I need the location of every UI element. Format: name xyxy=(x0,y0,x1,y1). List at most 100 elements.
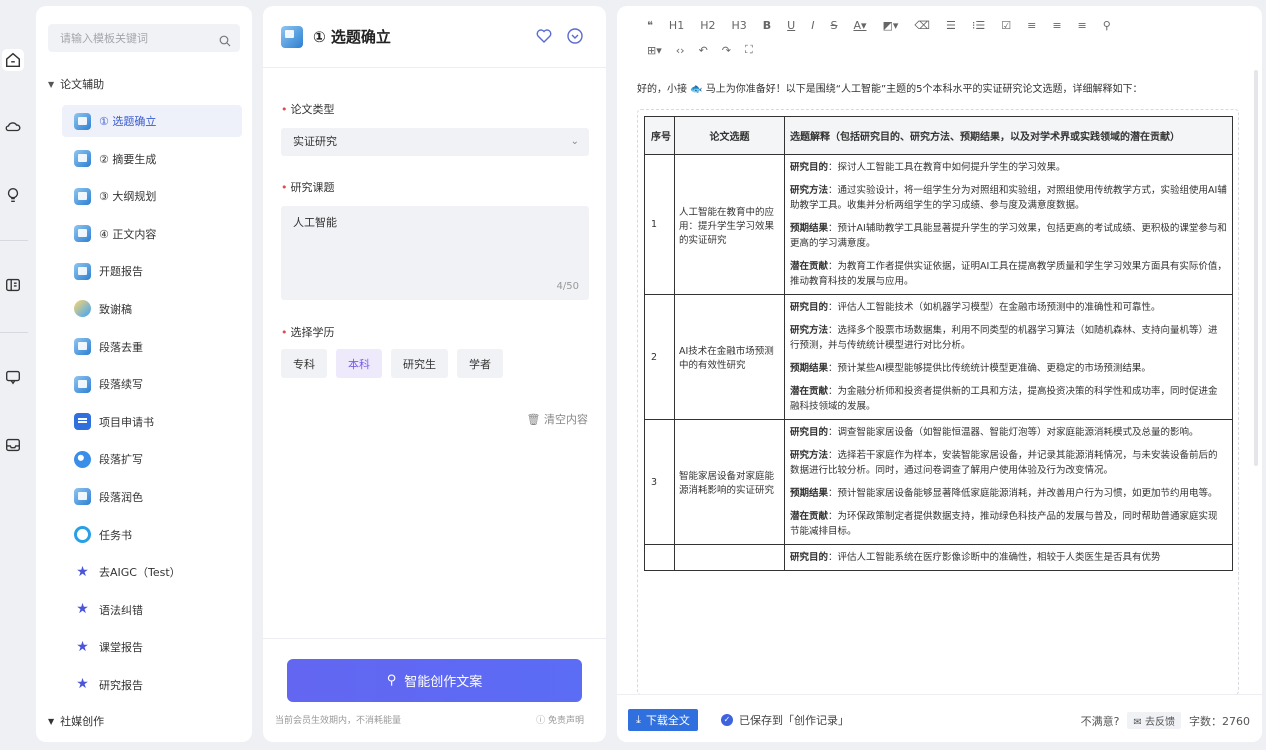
template-group-header[interactable]: ▼ 社媒创作 xyxy=(48,713,104,729)
inbox-icon[interactable] xyxy=(4,436,22,454)
template-item[interactable]: 开题报告 xyxy=(62,255,242,287)
doc-icon xyxy=(281,25,303,48)
disclaimer-link[interactable]: ⓘ 免责声明 xyxy=(536,713,584,726)
degree-option[interactable]: 学者 xyxy=(457,349,503,378)
template-search-input[interactable] xyxy=(48,24,208,52)
result-table-wrap: 序号 论文选题 选题解释（包括研究目的、研究方法、预期结果，以及对学术界或实践领… xyxy=(637,109,1239,695)
expand-icon xyxy=(74,450,91,468)
footer-right: 不满意? ✉ 去反馈 字数：2760 xyxy=(1081,712,1250,729)
fullscreen-icon[interactable]: ⛶ xyxy=(745,43,753,57)
mail-icon: ✉ xyxy=(1133,717,1142,728)
download-button[interactable]: ⤓ 下载全文 xyxy=(628,709,698,731)
heading3-button[interactable]: H3 xyxy=(731,19,746,32)
template-search xyxy=(48,24,240,52)
save-status: ✓ 已保存到「创作记录」 xyxy=(721,712,849,728)
template-item[interactable]: ③ 大纲规划 xyxy=(62,180,242,212)
template-item[interactable]: 段落扩写 xyxy=(62,443,242,475)
degree-options: 专科 本科 研究生 学者 xyxy=(281,349,512,378)
template-item[interactable]: ② 摘要生成 xyxy=(62,143,242,175)
underline-icon[interactable]: U xyxy=(787,19,795,32)
home-icon[interactable] xyxy=(2,49,24,71)
code-icon[interactable]: ‹› xyxy=(676,44,685,57)
rail-divider xyxy=(0,240,28,241)
template-item[interactable]: 项目申请书 xyxy=(62,406,242,438)
table-row: 3 智能家居设备对家庭能源消耗影响的实证研究 研究目的：调查智能家居设备（如智能… xyxy=(644,419,1233,545)
template-item-label: 段落扩写 xyxy=(99,453,143,467)
star-icon: ★ xyxy=(76,676,89,693)
trash-icon: 🗑 xyxy=(526,413,541,426)
chat-icon[interactable] xyxy=(4,368,22,386)
undo-icon[interactable]: ↶ xyxy=(699,44,708,57)
magic-wand-icon: ⚲ xyxy=(386,673,397,688)
degree-option-selected[interactable]: 本科 xyxy=(336,349,382,378)
align-left-icon[interactable]: ≡ xyxy=(1027,19,1036,32)
template-item[interactable]: ★ 语法纠错 xyxy=(62,594,242,626)
check-circle-icon[interactable] xyxy=(566,27,584,45)
template-item[interactable]: 段落续写 xyxy=(62,368,242,400)
row-explain: 研究目的：评估人工智能系统在医疗影像诊断中的准确性，相较于人类医生是否具有优势 xyxy=(784,544,1233,571)
table-icon[interactable]: ⊞▾ xyxy=(647,44,662,57)
bird-icon xyxy=(74,300,91,318)
bold-icon[interactable]: B xyxy=(763,19,771,32)
download-label: 下载全文 xyxy=(645,714,690,727)
paper-type-select[interactable]: 实证研究 ⌄ xyxy=(281,128,589,156)
font-color-icon[interactable]: A▾ xyxy=(853,19,866,32)
toolbar-row: ⊞▾ ‹› ↶ ↷ ⛶ xyxy=(647,39,1247,61)
degree-option[interactable]: 专科 xyxy=(281,349,327,378)
italic-icon[interactable]: I xyxy=(811,19,814,32)
star-icon: ★ xyxy=(76,563,89,580)
row-topic: AI技术在金融市场预测中的有效性研究 xyxy=(674,294,785,420)
ordered-list-icon[interactable]: ⁝☰ xyxy=(972,19,985,32)
redo-icon[interactable]: ↷ xyxy=(722,44,731,57)
row-topic: 智能家居设备对家庭能源消耗影响的实证研究 xyxy=(674,419,785,545)
checklist-icon[interactable]: ☑ xyxy=(1001,19,1011,32)
template-item[interactable]: 致谢稿 xyxy=(62,293,242,325)
template-item[interactable]: ★ 去AIGC（Test） xyxy=(62,556,242,588)
result-table: 序号 论文选题 选题解释（包括研究目的、研究方法、预期结果，以及对学术界或实践领… xyxy=(644,116,1233,571)
degree-label: • 选择学历 xyxy=(281,326,335,339)
table-row: 研究目的：评估人工智能系统在医疗影像诊断中的准确性，相较于人类医生是否具有优势 xyxy=(644,544,1233,571)
editor-footer: ⤓ 下载全文 ✓ 已保存到「创作记录」 不满意? ✉ 去反馈 字数：2760 xyxy=(617,694,1262,742)
doc-icon xyxy=(74,112,91,130)
template-item-label: 致谢稿 xyxy=(99,302,132,316)
row-number: 3 xyxy=(644,419,675,545)
doc-icon xyxy=(74,187,91,205)
background-color-icon[interactable]: ◩▾ xyxy=(883,19,899,32)
topic-textarea[interactable]: 人工智能 4/50 xyxy=(281,206,589,300)
degree-option[interactable]: 研究生 xyxy=(391,349,448,378)
feedback-button[interactable]: ✉ 去反馈 xyxy=(1127,712,1181,729)
help-icon: ⓘ xyxy=(536,716,546,726)
heading1-button[interactable]: H1 xyxy=(669,19,684,32)
search-icon[interactable] xyxy=(219,32,231,47)
template-sidebar: ▼ 论文辅助 ① 选题确立 ② 摘要生成 ③ 大纲规划 ④ 正文内容 开题报告 … xyxy=(36,6,252,742)
template-item[interactable]: 段落去重 xyxy=(62,331,242,363)
align-center-icon[interactable]: ≡ xyxy=(1052,19,1061,32)
eraser-icon[interactable]: ⌫ xyxy=(914,19,930,32)
book-icon[interactable] xyxy=(4,276,22,294)
form-footer: ⚲ 智能创作文案 当前会员生效期内，不消耗能量 ⓘ 免责声明 xyxy=(263,638,606,742)
strikethrough-icon[interactable]: S xyxy=(830,19,837,32)
bullet-list-icon[interactable]: ☰ xyxy=(946,19,956,32)
link-icon[interactable]: ⚲ xyxy=(1103,19,1111,32)
clear-content-button[interactable]: 🗑 清空内容 xyxy=(527,411,588,427)
quote-icon[interactable]: ❝ xyxy=(647,19,653,32)
template-item[interactable]: ★ 课堂报告 xyxy=(62,631,242,663)
align-right-icon[interactable]: ≡ xyxy=(1078,19,1087,32)
editor-scrollbar[interactable] xyxy=(1254,70,1258,466)
template-item[interactable]: 任务书 xyxy=(62,519,242,551)
template-item[interactable]: ★ 研究报告 xyxy=(62,669,242,701)
template-item[interactable]: 段落润色 xyxy=(62,481,242,513)
col-header-no: 序号 xyxy=(644,116,675,155)
list-icon xyxy=(74,413,91,431)
generate-button[interactable]: ⚲ 智能创作文案 xyxy=(287,659,582,702)
heart-icon[interactable] xyxy=(535,27,553,45)
bulb-icon[interactable] xyxy=(4,186,22,204)
icon-rail xyxy=(0,0,28,750)
template-group-header[interactable]: ▼ 论文辅助 xyxy=(48,76,104,92)
heading2-button[interactable]: H2 xyxy=(700,19,715,32)
template-item[interactable]: ④ 正文内容 xyxy=(62,218,242,250)
template-item-label: ② 摘要生成 xyxy=(99,152,157,166)
cloud-icon[interactable] xyxy=(4,117,22,135)
caret-down-icon: ▼ xyxy=(48,79,55,89)
template-item[interactable]: ① 选题确立 xyxy=(62,105,242,137)
